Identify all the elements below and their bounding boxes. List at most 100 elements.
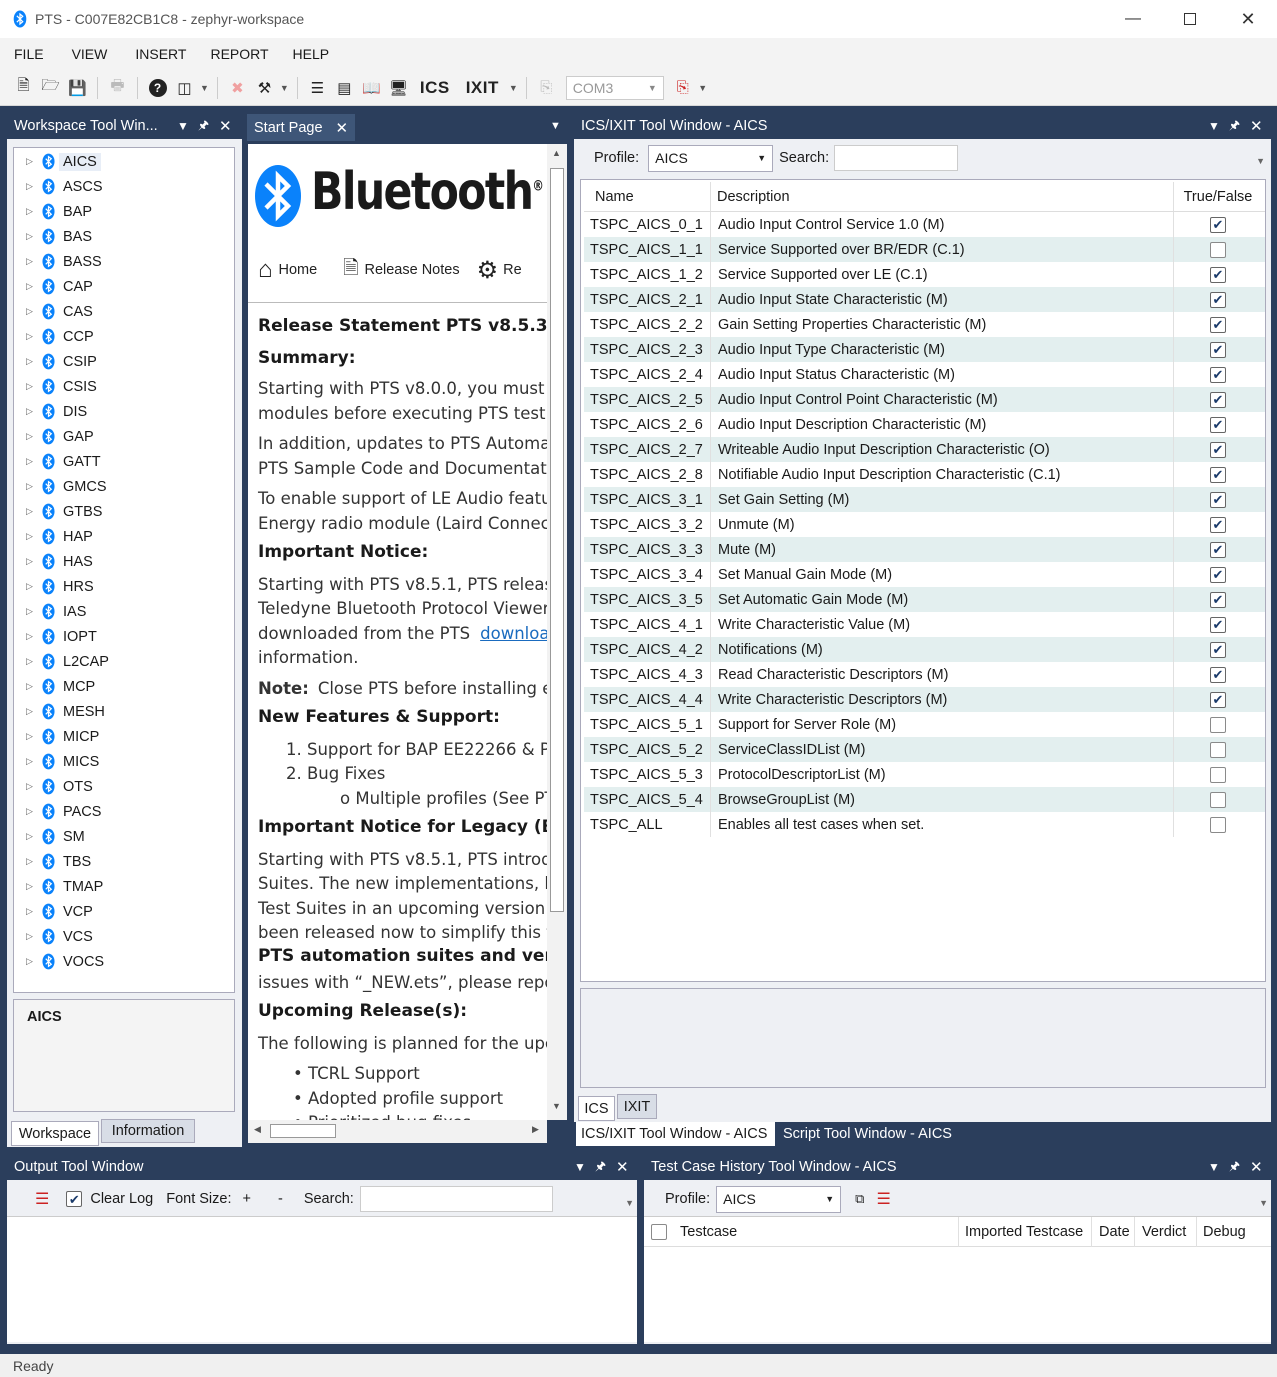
tab-ics[interactable]: ICS [578,1096,615,1121]
nav-home-link[interactable]: Home [279,262,318,278]
row-checkbox[interactable] [1210,791,1226,808]
row-checkbox[interactable]: ✔ [1210,341,1226,358]
menu-insert[interactable]: INSERT [117,46,196,62]
tree-item-mcp[interactable]: ▷ MCP [14,674,234,699]
tab-ics-ixit-window[interactable]: ICS/IXIT Tool Window - AICS [576,1122,775,1146]
nav-release-notes-link[interactable]: Release Notes [364,262,459,278]
menu-view[interactable]: VIEW [54,46,118,62]
expand-arrow-icon[interactable]: ▷ [26,306,34,317]
tab-information[interactable]: Information [101,1119,195,1143]
tree-item-vcp[interactable]: ▷ VCP [14,899,234,924]
tree-item-csip[interactable]: ▷ CSIP [14,349,234,374]
clear-output-icon[interactable]: ☰ [35,1189,49,1209]
minimize-button[interactable]: — [1104,0,1162,38]
toolbar-overflow-icon[interactable]: ▼ [1256,156,1265,166]
tree-item-mics[interactable]: ▷ MICS [14,749,234,774]
table-row[interactable]: TSPC_AICS_1_2 Service Supported over LE (… [584,262,1265,287]
dropdown-icon[interactable]: ▼ [550,120,561,132]
row-checkbox[interactable] [1210,241,1226,258]
row-checkbox[interactable]: ✔ [1210,216,1226,233]
expand-arrow-icon[interactable]: ▷ [26,506,34,517]
row-checkbox[interactable]: ✔ [1210,641,1226,658]
table-row[interactable]: TSPC_AICS_1_1 Service Supported over BR/E… [584,237,1265,262]
table-row[interactable]: TSPC_AICS_5_1 Support for Server Role (M) [584,712,1265,737]
expand-arrow-icon[interactable]: ▷ [26,731,34,742]
column-header-testcase[interactable]: Testcase [667,1216,959,1247]
pin-icon[interactable]: 🖈 [595,1157,606,1178]
table-row[interactable]: TSPC_AICS_2_2 Gain Setting Properties Cha… [584,312,1265,337]
tree-item-ascs[interactable]: ▷ ASCS [14,174,234,199]
table-row[interactable]: TSPC_AICS_3_3 Mute (M) ✔ [584,537,1265,562]
toolbar-overflow-icon[interactable]: ▼ [625,1198,634,1208]
row-checkbox[interactable]: ✔ [1210,516,1226,533]
download-link[interactable]: downloa [480,624,547,643]
scrollbar-thumb[interactable] [270,1124,336,1138]
script-icon[interactable]: ▤ [333,77,355,99]
expand-arrow-icon[interactable]: ▷ [26,781,34,792]
expand-arrow-icon[interactable]: ▷ [26,231,34,242]
table-row[interactable]: TSPC_ALL Enables all test cases when set. [584,812,1265,837]
table-row[interactable]: TSPC_AICS_0_1 Audio Input Control Service… [584,212,1265,237]
column-header-imported-testcase[interactable]: Imported Testcase [959,1216,1092,1247]
tree-item-aics[interactable]: ▷ AICS [14,149,234,174]
row-checkbox[interactable]: ✔ [1210,366,1226,383]
tree-item-ias[interactable]: ▷ IAS [14,599,234,624]
expand-arrow-icon[interactable]: ▷ [26,156,34,167]
dropdown-icon[interactable]: ▼ [1208,1160,1220,1174]
clear-history-icon[interactable]: ☰ [876,1189,890,1209]
menu-file[interactable]: FILE [4,46,54,62]
column-header-true-false[interactable]: True/False [1174,182,1262,211]
maximize-button[interactable] [1161,0,1219,38]
scroll-up-icon[interactable]: ▲ [552,148,561,158]
row-checkbox[interactable]: ✔ [1210,391,1226,408]
close-icon[interactable]: ✕ [219,117,232,135]
search-input[interactable] [834,145,959,171]
expand-arrow-icon[interactable]: ▷ [26,206,34,217]
table-row[interactable]: TSPC_AICS_3_4 Set Manual Gain Mode (M) ✔ [584,562,1265,587]
row-checkbox[interactable]: ✔ [1210,491,1226,508]
close-icon[interactable]: ✕ [1250,1158,1263,1176]
expand-arrow-icon[interactable]: ▷ [26,281,34,292]
expand-arrow-icon[interactable]: ▷ [26,556,34,567]
monitor-icon[interactable]: 🖥 [387,77,409,99]
expand-arrow-icon[interactable]: ▷ [26,356,34,367]
scroll-right-icon[interactable]: ▶ [532,1124,539,1135]
row-checkbox[interactable]: ✔ [1210,266,1226,283]
start-page-hscrollbar[interactable]: ◀ ▶ [248,1120,547,1143]
column-header-description[interactable]: Description [711,182,1174,211]
tree-item-cap[interactable]: ▷ CAP [14,274,234,299]
tree-item-has[interactable]: ▷ HAS [14,549,234,574]
tree-item-bas[interactable]: ▷ BAS [14,224,234,249]
table-row[interactable]: TSPC_AICS_2_1 Audio Input State Character… [584,287,1265,312]
expand-arrow-icon[interactable]: ▷ [26,906,34,917]
tree-item-ots[interactable]: ▷ OTS [14,774,234,799]
expand-arrow-icon[interactable]: ▷ [26,706,34,717]
tree-item-gtbs[interactable]: ▷ GTBS [14,499,234,524]
close-icon[interactable]: ✕ [1250,117,1263,135]
history-profile-select[interactable]: AICS ▼ [716,1185,842,1213]
start-page-vscrollbar[interactable]: ▲ ▼ [547,144,567,1120]
clear-log-checkbox[interactable]: ✔ [66,1191,83,1207]
pin-icon[interactable]: 🖈 [1229,116,1240,137]
table-row[interactable]: TSPC_AICS_3_1 Set Gain Setting (M) ✔ [584,487,1265,512]
menu-report[interactable]: REPORT [196,46,278,62]
table-row[interactable]: TSPC_AICS_4_3 Read Characteristic Descrip… [584,662,1265,687]
column-header-debug[interactable]: Debug [1197,1217,1259,1247]
tree-item-mesh[interactable]: ▷ MESH [14,699,234,724]
row-checkbox[interactable]: ✔ [1210,566,1226,583]
print-icon[interactable]: 🖶 [107,77,129,99]
expand-arrow-icon[interactable]: ▷ [26,931,34,942]
column-header-verdict[interactable]: Verdict [1135,1216,1197,1247]
help-icon[interactable]: ? [147,77,169,99]
expand-arrow-icon[interactable]: ▷ [26,881,34,892]
tree-item-l2cap[interactable]: ▷ L2CAP [14,649,234,674]
table-row[interactable]: TSPC_AICS_4_1 Write Characteristic Value … [584,612,1265,637]
expand-arrow-icon[interactable]: ▷ [26,956,34,967]
expand-arrow-icon[interactable]: ▷ [26,756,34,767]
expand-arrow-icon[interactable]: ▷ [26,481,34,492]
table-row[interactable]: TSPC_AICS_2_3 Audio Input Type Characteri… [584,337,1265,362]
column-header-name[interactable]: Name [584,182,711,211]
tree-item-micp[interactable]: ▷ MICP [14,724,234,749]
expand-arrow-icon[interactable]: ▷ [26,681,34,692]
scrollbar-thumb[interactable] [550,168,564,912]
